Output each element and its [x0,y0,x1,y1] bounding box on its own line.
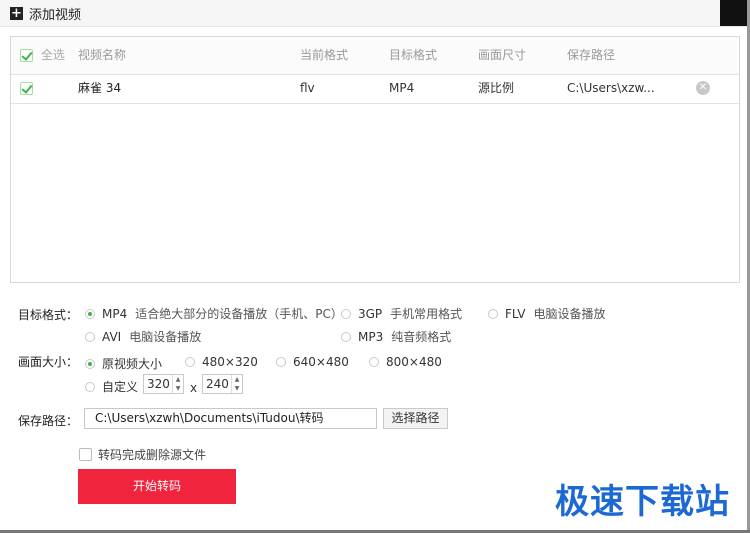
radio-icon [341,331,351,342]
option-name: AVI [102,329,122,344]
option-desc: 纯音频格式 [391,330,452,344]
target-format-label: 目标格式： [18,308,79,322]
row-checkbox[interactable] [20,82,33,95]
option-desc: 手机常用格式 [390,307,463,321]
video-table: 全选 视频名称 当前格式 目标格式 画面尺寸 保存路径 麻雀 34 flv MP… [10,36,740,283]
delete-source-option[interactable]: 转码完成删除源文件 [79,446,206,463]
option-desc: 适合绝大部分的设备播放（手机、PC） [135,307,343,321]
radio-selected-icon [85,308,95,319]
size-option-800x480[interactable]: 800×480 [369,355,442,369]
custom-width-stepper[interactable]: 320 ▲ ▼ [143,374,184,394]
radio-icon [369,357,379,367]
format-option-mp3[interactable]: MP3 纯音频格式 [341,328,451,345]
format-option-avi[interactable]: AVI 电脑设备播放 [85,328,201,345]
watermark-logo: 极速下载站 [555,482,730,522]
format-option-flv[interactable]: FLV 电脑设备播放 [488,305,606,322]
option-name: MP4 [102,306,128,321]
option-name: 3GP [358,306,383,321]
plus-icon: + [10,5,23,21]
custom-width-value: 320 [147,377,170,391]
radio-icon [488,308,498,319]
table-header: 全选 视频名称 当前格式 目标格式 画面尺寸 保存路径 [11,37,739,75]
add-video-label: 添加视频 [29,7,82,23]
size-option-640x480[interactable]: 640×480 [276,355,349,369]
header-current-format: 当前格式 [300,48,349,62]
save-path-label: 保存路径： [18,414,79,428]
header-target-format: 目标格式 [389,48,438,62]
radio-icon [185,357,195,367]
size-option-480x320[interactable]: 480×320 [185,355,258,369]
radio-icon [85,331,95,342]
select-all[interactable]: 全选 [20,37,65,74]
radio-icon [276,357,286,367]
option-name: 原视频大小 [102,357,163,371]
format-option-mp4[interactable]: MP4 适合绝大部分的设备播放（手机、PC） [85,305,343,322]
option-desc: 电脑设备播放 [129,330,202,344]
custom-height-value: 240 [206,377,229,391]
choose-path-button[interactable]: 选择路径 [383,408,448,429]
save-path-input[interactable]: C:\Users\xzwh\Documents\iTudou\转码 [84,408,377,429]
header-video-name: 视频名称 [78,48,127,62]
row-frame-size: 源比例 [478,81,515,95]
row-target-format: MP4 [389,81,415,95]
radio-selected-icon [85,358,95,369]
toolbar: + 添加视频 [0,0,750,27]
option-name: 自定义 [102,380,139,394]
option-name: FLV [505,306,526,321]
row-save-path: C:\Users\xzw... [567,81,655,95]
option-name: MP3 [358,329,384,344]
row-current-format: flv [300,81,315,95]
option-name: 800×480 [386,355,442,369]
size-times-symbol: x [190,381,198,395]
add-video-button[interactable]: + 添加视频 [10,4,82,23]
option-name: 640×480 [293,355,349,369]
row-video-name: 麻雀 34 [78,81,122,95]
header-save-path: 保存路径 [567,48,616,62]
option-desc: 电脑设备播放 [533,307,606,321]
stepper-arrows-icon[interactable]: ▲ ▼ [231,375,242,393]
format-option-3gp[interactable]: 3GP 手机常用格式 [341,305,462,322]
radio-icon [341,308,351,319]
remove-row-icon[interactable]: ✕ [696,81,710,95]
select-all-checkbox[interactable] [20,49,33,62]
frame-size-label: 画面大小： [18,355,79,369]
option-name: 480×320 [202,355,258,369]
size-option-original[interactable]: 原视频大小 [85,355,162,372]
stepper-arrows-icon[interactable]: ▲ ▼ [172,375,183,393]
radio-icon [85,381,95,392]
header-frame-size: 画面尺寸 [478,48,527,62]
delete-source-label: 转码完成删除源文件 [98,448,207,462]
custom-height-stepper[interactable]: 240 ▲ ▼ [202,374,243,394]
start-convert-button[interactable]: 开始转码 [78,469,236,504]
delete-source-checkbox[interactable] [79,448,92,461]
table-row[interactable]: 麻雀 34 flv MP4 源比例 C:\Users\xzw... ✕ [11,74,739,104]
window-close-area[interactable] [720,0,750,26]
size-option-custom[interactable]: 自定义 [85,378,138,395]
row-checkbox-cell[interactable] [20,74,33,103]
select-all-label: 全选 [40,48,65,62]
